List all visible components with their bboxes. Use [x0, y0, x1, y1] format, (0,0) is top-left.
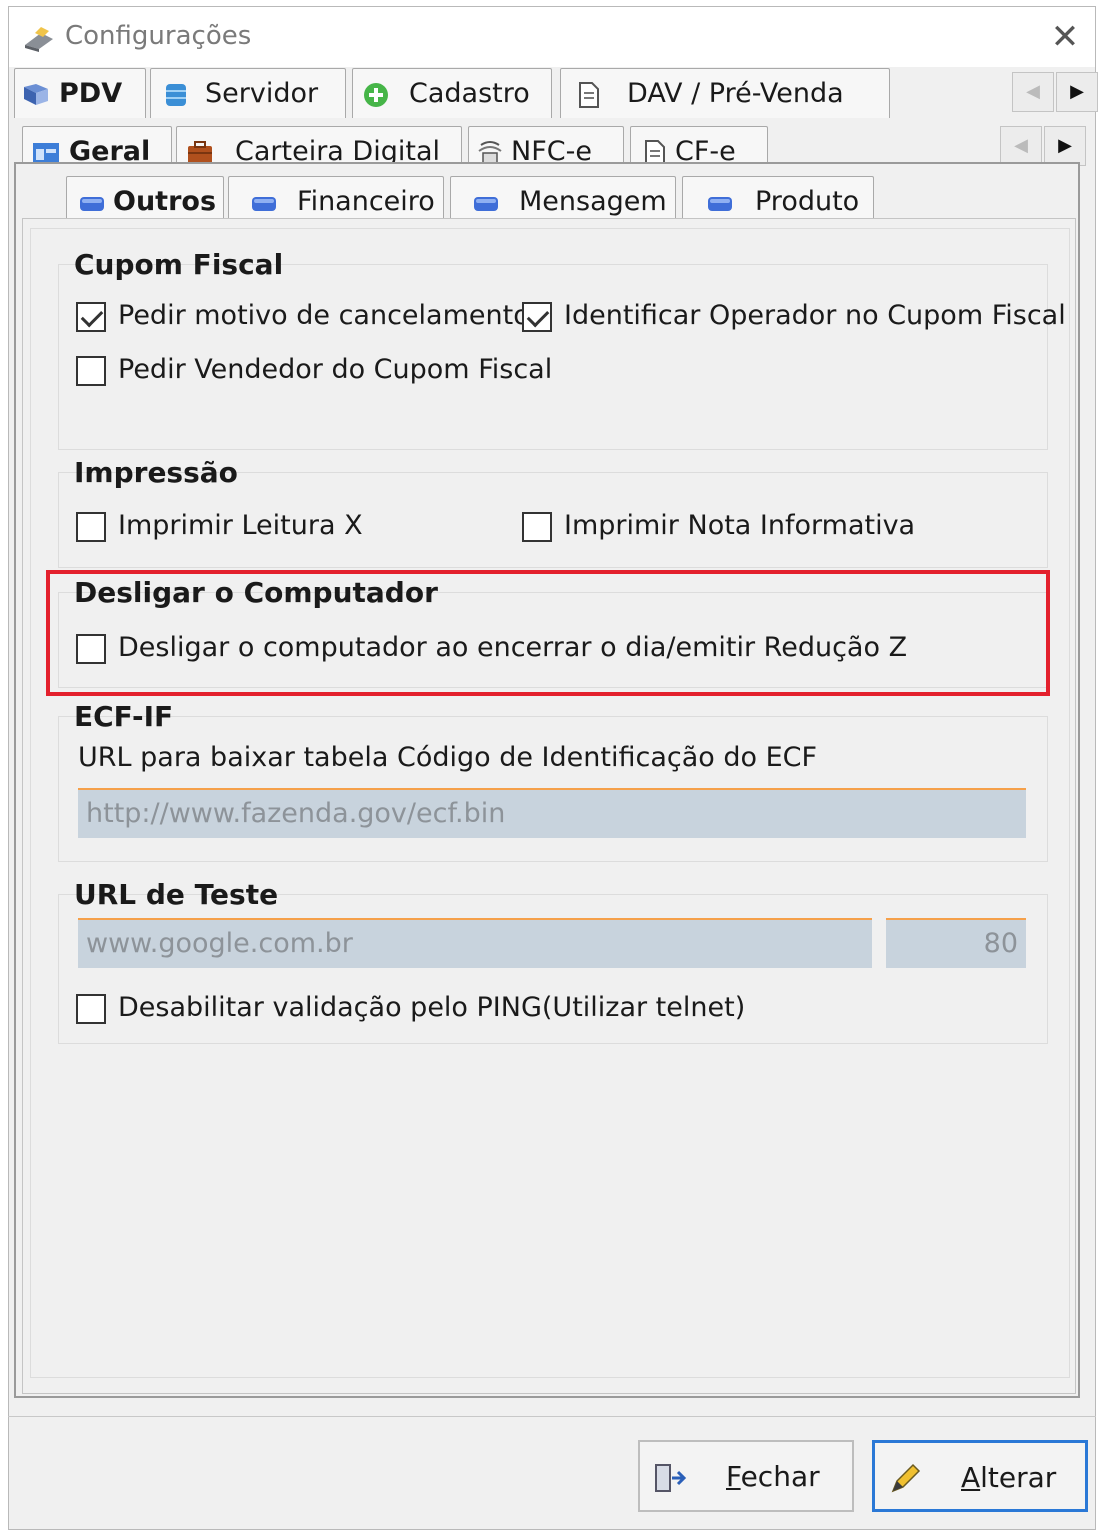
pdv-icon	[24, 84, 48, 105]
document-icon	[579, 82, 599, 108]
checkbox-unchecked-icon	[76, 512, 106, 542]
tab-produto[interactable]: Produto	[682, 176, 874, 224]
tab-servidor[interactable]: Servidor	[150, 68, 346, 118]
blue-tab-icon	[80, 197, 104, 211]
tab-label: PDV	[59, 78, 123, 109]
blue-tab-icon	[708, 197, 732, 211]
app-icon	[25, 27, 53, 52]
tab-label: Cadastro	[409, 78, 530, 109]
checkbox-unchecked-icon	[76, 994, 106, 1024]
group-title-ecf-if: ECF-IF	[74, 700, 174, 733]
exit-door-icon	[655, 1464, 687, 1492]
alterar-label: Alterar	[961, 1461, 1057, 1494]
add-circle-icon	[364, 83, 388, 107]
checkbox-label: Pedir Vendedor do Cupom Fiscal	[118, 354, 553, 385]
tab-mensagem[interactable]: Mensagem	[450, 176, 676, 224]
highlight-box	[46, 570, 1050, 696]
database-icon	[166, 84, 186, 106]
checkbox-checked-icon	[522, 302, 552, 332]
scroll-right-icon[interactable]: ▶	[1056, 72, 1098, 112]
tab-label: Servidor	[205, 78, 319, 109]
ecf-url-label: URL para baixar tabela Código de Identif…	[78, 742, 818, 773]
tab-scroll-row2: ◀ ▶	[1000, 126, 1086, 166]
ecf-url-field[interactable]: http://www.fazenda.gov/ecf.bin	[78, 788, 1026, 838]
fechar-button[interactable]: Fechar	[638, 1440, 854, 1512]
checkbox-label: Imprimir Leitura X	[118, 510, 363, 541]
scroll-left-icon[interactable]: ◀	[1000, 126, 1042, 166]
tab-pdv[interactable]: PDV	[14, 68, 146, 118]
tab-dav-pre-venda[interactable]: DAV / Pré-Venda	[560, 68, 890, 118]
tab-cadastro[interactable]: Cadastro	[352, 68, 552, 118]
group-title-cupom-fiscal: Cupom Fiscal	[74, 248, 284, 281]
checkbox-unchecked-icon	[76, 356, 106, 386]
blue-tab-icon	[474, 197, 498, 211]
alterar-button[interactable]: Alterar	[872, 1440, 1088, 1512]
url-teste-field[interactable]: www.google.com.br	[78, 918, 872, 968]
tab-outros[interactable]: Outros	[66, 176, 224, 224]
blue-tab-icon	[252, 197, 276, 211]
checkbox-label: Pedir motivo de cancelamento	[118, 300, 530, 331]
tab-label: DAV / Pré-Venda	[627, 78, 844, 109]
scroll-right-icon[interactable]: ▶	[1044, 126, 1086, 166]
checkbox-label: Imprimir Nota Informativa	[564, 510, 916, 541]
checkbox-checked-icon	[76, 302, 106, 332]
title-bar: Configurações ✕	[9, 7, 1095, 67]
window-title: Configurações	[65, 21, 252, 51]
scroll-left-icon[interactable]: ◀	[1012, 72, 1054, 112]
group-title-impressao: Impressão	[74, 456, 238, 489]
group-title-url-teste: URL de Teste	[74, 878, 279, 911]
tab-scroll-row1: ◀ ▶	[1012, 72, 1098, 112]
footer-divider	[8, 1416, 1096, 1417]
close-icon[interactable]: ✕	[1043, 17, 1087, 57]
checkbox-label: Desabilitar validação pelo PING(Utilizar…	[118, 992, 746, 1023]
pencil-icon	[891, 1463, 921, 1493]
port-field[interactable]: 80	[886, 918, 1026, 968]
fechar-label: Fechar	[726, 1460, 820, 1493]
tab-financeiro[interactable]: Financeiro	[228, 176, 444, 224]
checkbox-label: Identificar Operador no Cupom Fiscal	[564, 300, 1066, 331]
checkbox-unchecked-icon	[522, 512, 552, 542]
